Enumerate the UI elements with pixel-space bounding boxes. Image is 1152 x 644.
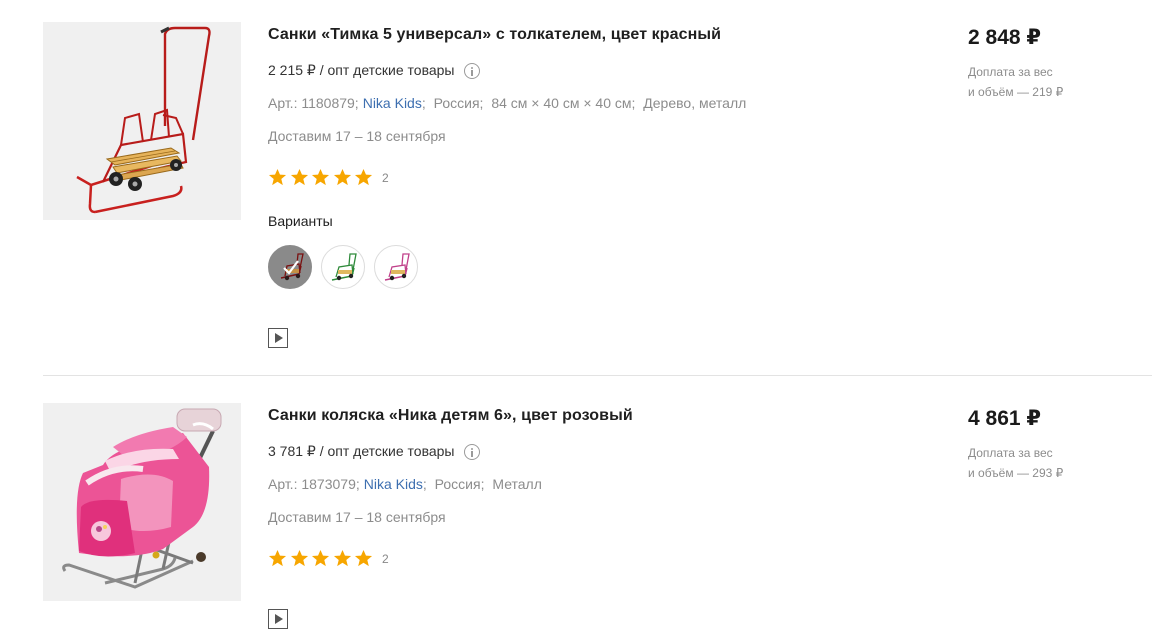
weight-surcharge: Доплата за вес и объём — 293 ₽ <box>968 443 1098 483</box>
divider <box>43 375 1152 376</box>
star-icon <box>355 549 373 567</box>
star-icon <box>333 168 351 186</box>
variant-red[interactable] <box>268 245 312 289</box>
star-icon <box>312 168 330 186</box>
wholesale-price: 3 781 ₽ / опт детские товары <box>268 443 480 460</box>
product-specs: Арт.: 1873079; Nika Kids; Россия; Металл <box>268 476 542 492</box>
price: 2 848 ₽ <box>968 26 1041 49</box>
star-icon <box>268 168 287 186</box>
brand-link[interactable]: Nika Kids <box>363 95 422 111</box>
green-sled-thumbnail-icon <box>331 253 357 281</box>
dimensions: 84 см × 40 см × 40 см; <box>491 95 636 111</box>
surcharge-line-2: и объём — 293 ₽ <box>968 466 1064 480</box>
info-icon[interactable] <box>463 443 480 460</box>
star-icon <box>290 168 308 186</box>
material: Дерево, металл <box>643 95 747 111</box>
variant-pink[interactable] <box>374 245 418 289</box>
material: Металл <box>492 476 542 492</box>
video-play-button[interactable] <box>268 609 288 629</box>
variant-selector <box>268 245 418 289</box>
delivery-date: Доставим 17 – 18 сентября <box>268 128 446 144</box>
red-sled-with-pusher-icon <box>43 22 241 220</box>
delivery-date: Доставим 17 – 18 сентября <box>268 509 446 525</box>
country: Россия; <box>433 95 484 111</box>
product-image[interactable] <box>43 403 241 601</box>
star-icon <box>268 549 287 567</box>
video-play-button[interactable] <box>268 328 288 348</box>
product-title[interactable]: Санки «Тимка 5 универсал» с толкателем, … <box>268 26 721 44</box>
wholesale-price-text: 2 215 ₽ / опт детские товары <box>268 62 455 78</box>
product-specs: Арт.: 1180879; Nika Kids; Россия; 84 см ×… <box>268 95 746 111</box>
star-icon <box>333 549 351 567</box>
wholesale-price: 2 215 ₽ / опт детские товары <box>268 62 480 79</box>
price: 4 861 ₽ <box>968 407 1041 430</box>
red-sled-thumbnail-icon <box>280 253 304 281</box>
variants-label: Варианты <box>268 213 333 229</box>
surcharge-line-2: и объём — 219 ₽ <box>968 85 1064 99</box>
weight-surcharge: Доплата за вес и объём — 219 ₽ <box>968 62 1098 102</box>
pink-sled-stroller-icon <box>43 403 241 601</box>
country: Россия; <box>434 476 485 492</box>
variant-green[interactable] <box>321 245 365 289</box>
review-count[interactable]: 2 <box>382 552 389 566</box>
pink-sled-thumbnail-icon <box>384 253 410 281</box>
article-number: Арт.: 1873079; <box>268 476 360 492</box>
article-number: Арт.: 1180879; <box>268 95 359 111</box>
wholesale-price-text: 3 781 ₽ / опт детские товары <box>268 443 455 459</box>
info-icon[interactable] <box>463 62 480 79</box>
product-card: Санки «Тимка 5 универсал» с толкателем, … <box>43 22 1152 360</box>
star-icon <box>312 549 330 567</box>
rating[interactable]: 2 <box>268 549 389 568</box>
surcharge-line-1: Доплата за вес <box>968 65 1053 79</box>
review-count[interactable]: 2 <box>382 171 389 185</box>
star-icon <box>355 168 373 186</box>
brand-separator: ; <box>422 476 427 492</box>
brand-separator: ; <box>421 95 426 111</box>
rating[interactable]: 2 <box>268 168 389 187</box>
product-image[interactable] <box>43 22 241 220</box>
product-card: Санки коляска «Ника детям 6», цвет розов… <box>43 403 1152 644</box>
star-icon <box>290 549 308 567</box>
surcharge-line-1: Доплата за вес <box>968 446 1053 460</box>
product-title[interactable]: Санки коляска «Ника детям 6», цвет розов… <box>268 407 633 425</box>
brand-link[interactable]: Nika Kids <box>364 476 423 492</box>
